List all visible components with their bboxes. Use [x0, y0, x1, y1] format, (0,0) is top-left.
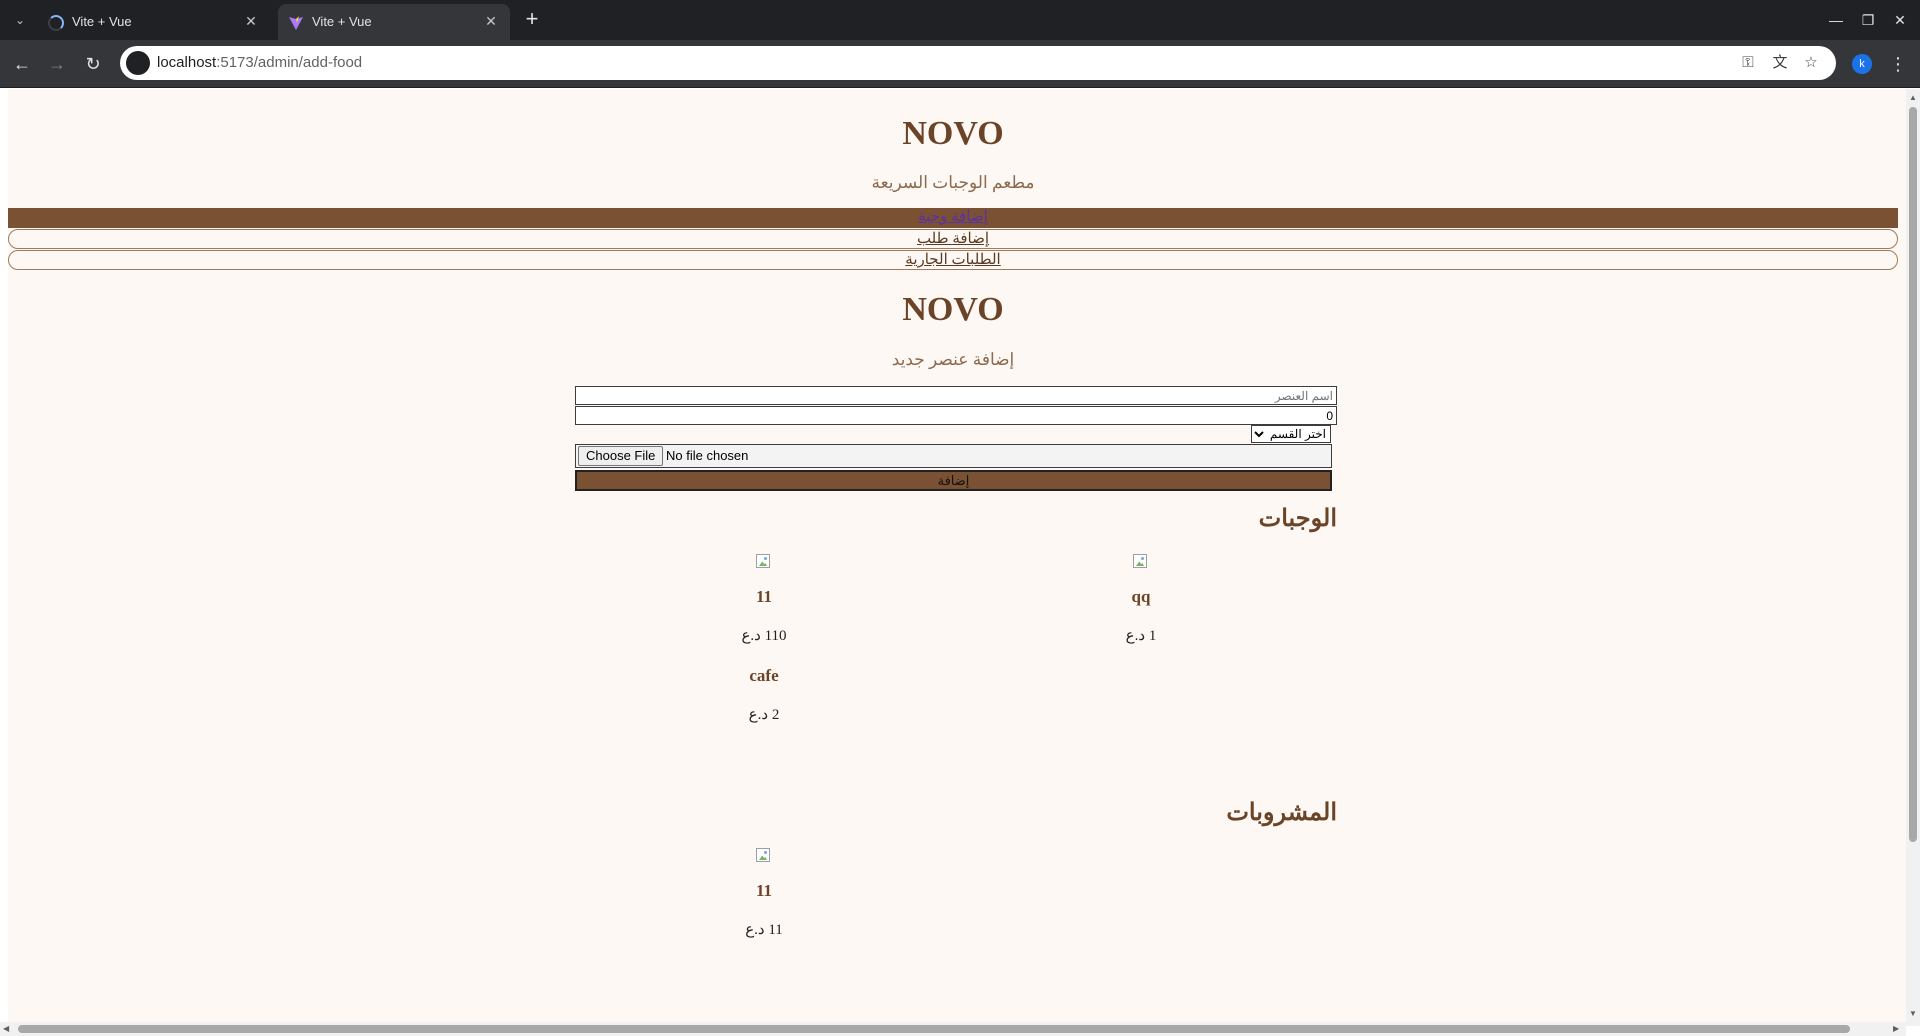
- address-bar[interactable]: localhost:5173/admin/add-food ⚿ 文 ☆: [120, 46, 1836, 80]
- item-price: 1 د.ع: [1125, 628, 1157, 644]
- close-window-icon[interactable]: ✕: [1888, 8, 1912, 32]
- item-name: 11: [755, 881, 773, 900]
- item-price: 2 د.ع: [748, 707, 780, 723]
- tab-search-chevron-icon[interactable]: ⌄: [8, 8, 32, 32]
- item-name: qq: [1131, 587, 1151, 606]
- item-name: cafe: [749, 666, 779, 685]
- drinks-section-title: المشروبات: [1226, 800, 1337, 826]
- nav-add-order[interactable]: إضافة طلب: [8, 229, 1898, 249]
- scroll-down-icon[interactable]: ▼: [1909, 1009, 1917, 1018]
- menu-item-card: qq 1 د.ع: [1041, 554, 1241, 644]
- menu-item-card: 11 110 د.ع: [664, 554, 864, 644]
- meals-section-title: الوجبات: [1258, 506, 1337, 532]
- profile-avatar[interactable]: k: [1852, 54, 1872, 74]
- add-item-button[interactable]: إضافة: [575, 470, 1332, 491]
- site-brand: NOVO: [902, 115, 1004, 152]
- restore-icon[interactable]: ❐: [1856, 8, 1880, 32]
- browser-toolbar: ← → ↻ localhost:5173/admin/add-food ⚿ 文 …: [0, 40, 1920, 88]
- scrollbar-thumb[interactable]: [1909, 107, 1917, 842]
- item-name: 11: [755, 587, 773, 606]
- minimize-icon[interactable]: —: [1824, 8, 1848, 32]
- page-viewport: NOVO مطعم الوجبات السريعة إضافة وجبة إضا…: [0, 89, 1906, 1026]
- page-title: NOVO: [902, 291, 1004, 328]
- scroll-left-icon[interactable]: ◀: [3, 1024, 9, 1033]
- page-body: NOVO مطعم الوجبات السريعة إضافة وجبة إضا…: [8, 89, 1906, 1026]
- tab-title: Vite + Vue: [72, 14, 132, 29]
- nav-add-meal-link[interactable]: إضافة وجبة: [918, 209, 988, 225]
- file-input[interactable]: Choose File No file chosen: [575, 444, 1332, 468]
- item-price: 110 د.ع: [741, 628, 787, 644]
- nav-add-meal[interactable]: إضافة وجبة: [8, 208, 1898, 228]
- broken-image-icon: [756, 554, 772, 570]
- vite-logo-icon: [289, 16, 303, 30]
- menu-item-card: 11 11 د.ع: [664, 848, 864, 938]
- password-key-icon[interactable]: ⚿: [1738, 53, 1758, 73]
- tab-title: Vite + Vue: [312, 14, 372, 29]
- browser-tab-1[interactable]: Vite + Vue ✕: [38, 4, 270, 40]
- item-price-input[interactable]: [575, 406, 1337, 425]
- url-text[interactable]: localhost:5173/admin/add-food: [157, 54, 362, 71]
- broken-image-icon: [1133, 554, 1149, 570]
- browser-tab-bar: ⌄ Vite + Vue ✕ Vite + Vue ✕ + — ❐ ✕: [0, 0, 1920, 40]
- scroll-right-icon[interactable]: ▶: [1893, 1024, 1899, 1033]
- site-tagline: مطعم الوجبات السريعة: [871, 173, 1035, 192]
- site-info-icon[interactable]: [126, 51, 150, 75]
- forward-arrow-icon[interactable]: →: [45, 52, 69, 76]
- browser-tab-2[interactable]: Vite + Vue ✕: [278, 4, 510, 40]
- form-subtitle: إضافة عنصر جديد: [891, 350, 1015, 369]
- new-tab-button[interactable]: +: [520, 8, 544, 32]
- browser-menu-icon[interactable]: ⋮: [1886, 52, 1910, 76]
- back-arrow-icon[interactable]: ←: [10, 52, 34, 76]
- scrollbar-thumb[interactable]: [18, 1025, 1850, 1033]
- category-select[interactable]: اختر القسم: [1251, 425, 1331, 443]
- nav-add-order-link[interactable]: إضافة طلب: [917, 231, 989, 247]
- item-price: 11 د.ع: [745, 922, 783, 938]
- choose-file-button[interactable]: Choose File: [578, 446, 664, 466]
- tab-close-icon[interactable]: ✕: [482, 12, 500, 30]
- file-status-text: No file chosen: [666, 448, 749, 463]
- translate-icon[interactable]: 文: [1770, 53, 1790, 73]
- tab-close-icon[interactable]: ✕: [242, 12, 260, 30]
- reload-icon[interactable]: ↻: [81, 52, 105, 76]
- nav-current-orders[interactable]: الطلبات الجارية: [8, 250, 1898, 270]
- bookmark-star-icon[interactable]: ☆: [1801, 53, 1821, 73]
- broken-image-icon: [756, 848, 772, 864]
- vertical-scrollbar[interactable]: ▲ ▼: [1906, 89, 1920, 1026]
- item-name-input[interactable]: [575, 386, 1337, 405]
- scroll-up-icon[interactable]: ▲: [1909, 93, 1917, 102]
- nav-current-orders-link[interactable]: الطلبات الجارية: [905, 252, 1000, 268]
- horizontal-scrollbar[interactable]: ◀ ▶: [0, 1022, 1906, 1036]
- loading-spinner-icon: [48, 15, 64, 31]
